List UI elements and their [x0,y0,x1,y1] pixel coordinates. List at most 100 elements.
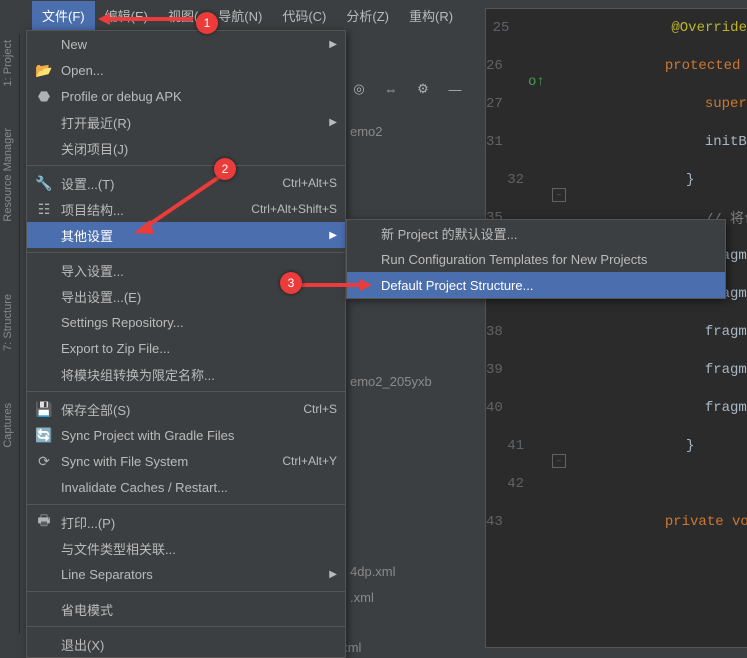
editor-line[interactable]: 31initBot [486,123,747,161]
editor-line[interactable]: 32–} [486,161,747,199]
line-number: 32– [486,172,536,188]
line-number: 27 [486,96,515,112]
blank-icon [35,113,53,131]
minimize-icon[interactable]: — [446,80,464,98]
other-settings-submenu: 新 Project 的默认设置... Run Configuration Tem… [346,219,726,299]
structure-icon: ☷ [35,200,53,218]
background-text: emo2_205yxb [350,374,432,389]
save-icon: 💾 [35,400,53,418]
left-tool-window-bar: 1: Project Resource Manager 7: Structure… [0,34,20,634]
submenu-default-project-structure[interactable]: Default Project Structure... [347,272,725,298]
wrench-icon: 🔧 [35,174,53,192]
line-number: 38 [486,324,515,340]
expand-icon[interactable]: ⇔ [382,80,400,98]
chevron-right-icon: ▶ [329,230,337,241]
blank-icon [35,539,53,557]
background-text: emo2 [350,124,383,139]
gear-icon[interactable]: ⚙ [414,80,432,98]
blank-icon [35,287,53,305]
editor-line[interactable]: 39fragmen [486,351,747,389]
menu-navigate[interactable]: 导航(N) [208,1,272,30]
line-number: 26o↑ [486,58,515,74]
menu-save-all[interactable]: 💾 保存全部(S) Ctrl+S [27,396,345,422]
code-text: super. [515,96,747,112]
editor-line[interactable]: 42 [486,465,747,503]
menu-export-zip[interactable]: Export to Zip File... [27,335,345,361]
menu-analyze[interactable]: 分析(Z) [336,1,399,30]
editor-line[interactable]: 25@Override [486,9,747,47]
menu-sync-gradle[interactable]: 🔄 Sync Project with Gradle Files [27,422,345,448]
line-number: 39 [486,362,515,378]
menu-sync-filesystem[interactable]: ⟳ Sync with File System Ctrl+Alt+Y [27,448,345,474]
menu-profile-apk[interactable]: ⬣ Profile or debug APK [27,83,345,109]
code-text: } [536,438,694,454]
editor-line[interactable]: 40fragmen [486,389,747,427]
blank-icon [35,261,53,279]
submenu-new-project-defaults[interactable]: 新 Project 的默认设置... [347,220,725,246]
menu-file-assoc[interactable]: 与文件类型相关联... [27,535,345,561]
fold-icon[interactable]: – [552,188,566,202]
annotation-arrow [130,168,230,238]
menu-close-project[interactable]: 关闭项目(J) [27,135,345,161]
menu-refactor[interactable]: 重构(R) [399,1,463,30]
blank-icon [355,224,373,242]
submenu-run-config-templates[interactable]: Run Configuration Templates for New Proj… [347,246,725,272]
shortcut-label: Ctrl+Alt+S [282,176,337,190]
editor-line[interactable]: 41–} [486,427,747,465]
blank-icon [35,313,53,331]
override-gutter-icon[interactable]: o↑ [528,74,545,90]
menu-separator [27,252,345,253]
editor-line[interactable]: 38fragmen [486,313,747,351]
gradle-sync-icon: 🔄 [35,426,53,444]
menu-open[interactable]: 📂 Open... [27,57,345,83]
menu-line-separators[interactable]: Line Separators ▶ [27,561,345,587]
code-text: fragmen [515,362,747,378]
code-text: private vo [515,514,747,530]
line-number: 40 [486,400,515,416]
editor-line[interactable]: 43private vo [486,503,747,541]
menu-code[interactable]: 代码(C) [272,1,336,30]
menu-open-recent[interactable]: 打开最近(R) ▶ [27,109,345,135]
menu-separator [27,504,345,505]
chevron-right-icon: ▶ [329,569,337,580]
chevron-right-icon: ▶ [329,39,337,50]
sidetab-project[interactable]: 1: Project [0,34,16,92]
code-editor[interactable]: 25@Override26o↑protected v27super.31init… [485,8,747,648]
code-text: initBot [515,134,747,150]
code-text: } [536,172,694,188]
menu-settings-repository[interactable]: Settings Repository... [27,309,345,335]
sidetab-resource-manager[interactable]: Resource Manager [0,122,16,228]
menu-separator [27,626,345,627]
annotation-marker-1: 1 [196,12,218,34]
menu-invalidate-caches[interactable]: Invalidate Caches / Restart... [27,474,345,500]
menu-module-rename[interactable]: 将模块组转换为限定名称... [27,361,345,387]
menu-separator [27,591,345,592]
menu-separator [27,165,345,166]
annotation-marker-3: 3 [280,272,302,294]
menu-power-save[interactable]: 省电模式 [27,596,345,622]
blank-icon [35,478,53,496]
background-text: .xml [350,590,374,605]
annotation-arrow [296,276,374,294]
menu-exit[interactable]: 退出(X) [27,631,345,657]
sidetab-structure[interactable]: 7: Structure [0,288,16,357]
blank-icon [35,600,53,618]
blank-icon [35,226,53,244]
fold-icon[interactable]: – [552,454,566,468]
menu-print[interactable]: 🖶 打印...(P) [27,509,345,535]
sidetab-captures[interactable]: Captures [0,397,16,454]
menu-file[interactable]: 文件(F) [32,1,95,30]
editor-line[interactable]: 26o↑protected v [486,47,747,85]
chevron-right-icon: ▶ [329,117,337,128]
menu-new[interactable]: New ▶ [27,31,345,57]
background-text: 4dp.xml [350,564,396,579]
code-text: @Override [521,20,747,36]
shortcut-label: Ctrl+Alt+Y [282,454,337,468]
blank-icon [35,635,53,653]
blank-icon [35,339,53,357]
file-dropdown-menu: New ▶ 📂 Open... ⬣ Profile or debug APK 打… [26,30,346,658]
editor-line[interactable]: 27super. [486,85,747,123]
target-icon[interactable]: ◎ [350,80,368,98]
line-number: 41– [486,438,536,454]
code-text: fragmen [515,324,747,340]
